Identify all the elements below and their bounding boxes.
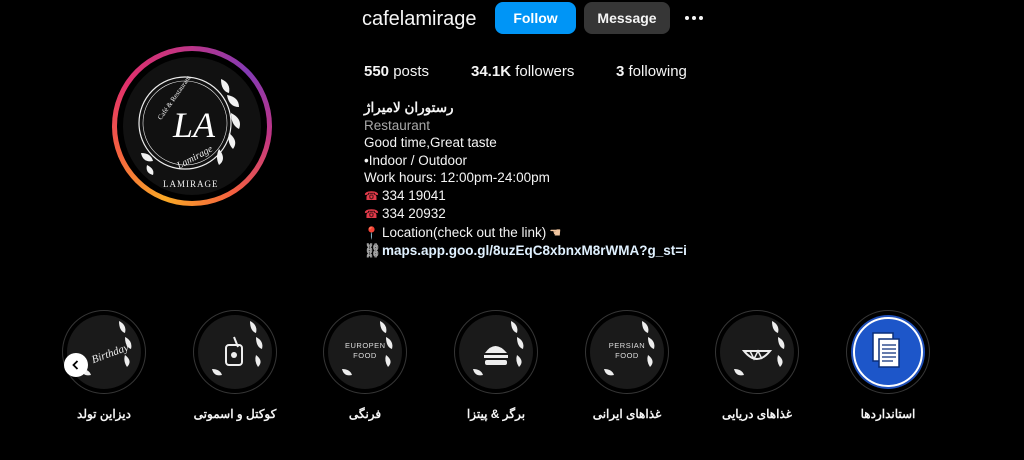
profile-full-name: رستوران لامیراژ [364,100,454,115]
lamirage-logo: LA Café & Restaurant Lamirage LAMIRAGE [123,57,261,195]
following-link[interactable]: 3 following [616,63,687,80]
profile-avatar[interactable]: LA Café & Restaurant Lamirage LAMIRAGE [112,46,272,206]
location-text: Location(check out the link) [381,224,547,240]
burger-icon [459,315,533,389]
highlight-item[interactable]: استانداردها [846,310,930,421]
highlights-prev-button[interactable] [64,353,88,377]
bio-phone-line: ☎ 334 20932 [364,205,784,224]
following-label: following [628,63,687,80]
bio-phone-line: ☎ 334 19041 [364,187,784,206]
following-number: 3 [616,63,625,80]
highlight-label: غذاهای دریایی [721,407,793,421]
bio-link-text: maps.app.goo.gl/8uzEqC8xbnxM8rWMA?g_st=i [382,243,687,258]
profile-username: cafelamirage [362,8,477,30]
telephone-icon: ☎ [364,207,379,221]
pointing-hand-icon: ☚ [549,224,562,240]
telephone-icon: ☎ [364,188,379,203]
highlight-label: فرنگی [348,407,382,421]
highlight-label: برگر & پیتزا [466,407,526,421]
highlight-item[interactable]: PERSIAN FOOD غذاهای ایرانی [585,310,669,421]
followers-link[interactable]: 34.1K followers [471,63,574,80]
highlight-item[interactable]: غذاهای دریایی [715,310,799,421]
documents-icon [851,315,925,389]
posts-count: 550 posts [364,63,429,80]
bio-location-line: 📍 Location(check out the link) ☚ [364,224,784,243]
pin-icon: 📍 [364,225,379,240]
seafood-icon [720,315,794,389]
message-button[interactable]: Message [584,2,670,34]
highlight-label: دیزاین تولد [77,407,131,421]
persian-food-icon: PERSIAN FOOD [590,315,664,389]
logo-name: LAMIRAGE [163,179,219,189]
highlight-item[interactable]: Birthday دیزاین تولد [62,310,146,421]
highlight-label: غذاهای ایرانی [592,407,662,421]
europen-food-icon: EUROPEN FOOD [328,315,402,389]
followers-label: followers [515,63,575,80]
highlight-item[interactable]: کوکتل و اسموتی [193,310,277,421]
bio-link[interactable]: ⛓maps.app.goo.gl/8uzEqC8xbnxM8rWMA?g_st=… [364,242,784,260]
phone-number: 334 19041 [381,187,446,203]
link-icon: ⛓ [364,243,382,258]
highlight-label: استانداردها [860,407,916,421]
logo-monogram: LA [172,105,216,145]
highlight-icon-text: PERSIAN FOOD [608,341,646,360]
highlight-icon-text: Birthday [90,342,130,366]
follow-button[interactable]: Follow [495,2,576,34]
highlight-icon-text: EUROPEN FOOD [345,341,386,360]
more-options-icon[interactable] [682,8,706,28]
highlight-label: کوکتل و اسموتی [193,407,277,421]
phone-number: 334 20932 [381,206,446,221]
profile-bio: رستوران لامیراژ Restaurant Good time,Gre… [364,99,784,260]
bio-line: •Indoor / Outdoor [364,152,468,168]
profile-category: Restaurant [364,117,431,133]
highlight-item[interactable]: برگر & پیتزا [454,310,538,421]
posts-label: posts [393,63,430,80]
followers-number: 34.1K [471,63,512,80]
posts-number: 550 [364,63,390,80]
chevron-left-icon [72,360,79,370]
cocktail-icon [198,315,272,389]
bio-line: Work hours: 12:00pm-24:00pm [364,170,550,185]
birthday-icon: Birthday [67,315,141,389]
bio-line: Good time,Great taste [364,135,497,150]
highlight-item[interactable]: EUROPEN FOOD فرنگی [323,310,407,421]
